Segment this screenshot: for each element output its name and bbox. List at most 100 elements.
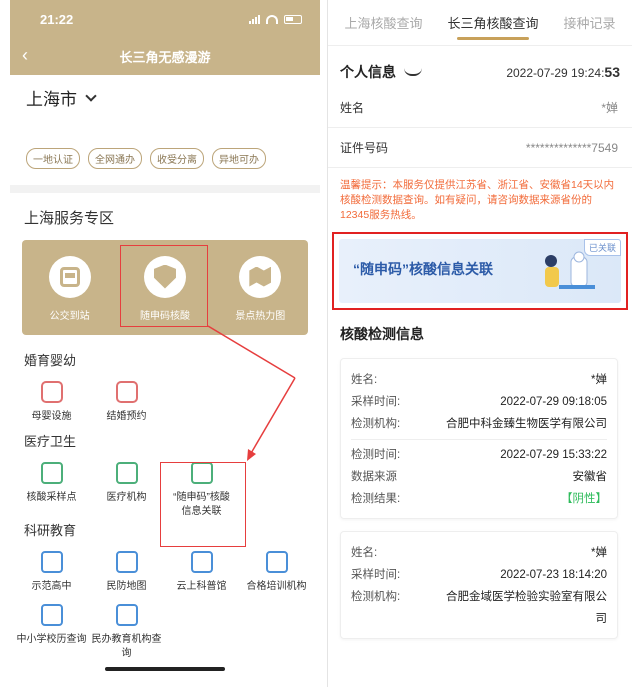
calendar-icon [40, 604, 63, 626]
service-heatmap[interactable]: 景点热力图 [220, 255, 300, 322]
tab-shanghai-nat[interactable]: 上海核酸查询 [344, 5, 422, 40]
status-time: 21:22 [40, 11, 74, 27]
record-key: 检测时间: [351, 449, 401, 461]
record-row: 姓名: *婵 [351, 542, 607, 564]
signal-icon [249, 14, 260, 24]
page-title: 长三角无感漫游 [119, 50, 211, 65]
service-label: 景点热力图 [235, 310, 286, 322]
service-label: 民办教育机构查询 [91, 634, 162, 659]
datetime-seconds: 53 [604, 64, 620, 80]
highlight-box [120, 245, 208, 327]
warning-notice: 温馨提示：本服务仅提供江苏省、浙江省、安徽省14天以内核酸检测数据查询。如有疑问… [340, 179, 615, 221]
certificate-icon [265, 551, 288, 573]
wifi-icon [266, 14, 278, 24]
nat-section-title: 核酸检测信息 [340, 326, 424, 342]
service-label: 公交到站 [49, 310, 90, 322]
record-row: 检测时间: 2022-07-29 15:33:22 [351, 444, 607, 466]
service-maternity-facilities[interactable]: 母婴设施 [14, 377, 89, 424]
nat-link-banner[interactable]: “随申码”核酸信息关联 已关联 [339, 239, 621, 303]
record-key: 检测机构: [351, 591, 401, 603]
tab-yrd-nat[interactable]: 长三角核酸查询 [447, 5, 539, 40]
service-training-org[interactable]: 合格培训机构 [239, 547, 314, 594]
tag-item: 收受分离 [150, 148, 204, 169]
record-row: 检测机构: 合肥金域医学检验实验室有限公司 [351, 586, 607, 630]
record-value: *婵 [591, 374, 607, 386]
category-title: 婚育婴幼 [24, 353, 77, 368]
record-value: *婵 [591, 547, 607, 559]
service-label: 结婚预约 [106, 411, 147, 422]
syringe-icon [40, 462, 63, 484]
field-value: *婵 [601, 101, 618, 115]
bus-icon [59, 266, 80, 287]
record-row: 采样时间: 2022-07-29 09:18:05 [351, 391, 607, 413]
service-nat-sampling[interactable]: 核酸采样点 [14, 458, 89, 519]
record-row: 采样时间: 2022-07-23 18:14:20 [351, 564, 607, 586]
record-row: 检测结果: 【阴性】 [351, 488, 607, 510]
query-tabs: 上海核酸查询 长三角核酸查询 接种记录 [328, 0, 632, 46]
service-science-museum[interactable]: 云上科普馆 [164, 547, 239, 594]
school-icon [40, 551, 63, 573]
battery-icon [284, 14, 302, 24]
personal-info-title: 个人信息 [340, 64, 396, 80]
nav-bar: ‹ 长三角无感漫游 [10, 38, 320, 75]
record-row: 检测机构: 合肥中科金臻生物医学有限公司 [351, 413, 607, 435]
status-bar: 21:22 [10, 0, 320, 38]
field-label: 姓名 [340, 101, 365, 115]
service-bus-arrival[interactable]: 公交到站 [30, 255, 110, 322]
record-key: 检测结果: [351, 493, 401, 505]
right-phone-screen: 上海核酸查询 长三角核酸查询 接种记录 个人信息 2022-07-29 19:2… [327, 0, 632, 687]
tag-item: 全网通办 [88, 148, 142, 169]
heart-calendar-icon [115, 381, 138, 403]
record-key: 采样时间: [351, 569, 401, 581]
personal-info-header: 个人信息 2022-07-29 19:24:53 [328, 46, 632, 88]
section-divider [10, 185, 320, 193]
service-label: 合格培训机构 [246, 581, 307, 592]
record-value: 安徽省 [572, 471, 608, 483]
record-result: 【阴性】 [561, 493, 607, 505]
record-key: 姓名: [351, 547, 378, 559]
service-marriage-booking[interactable]: 结婚预约 [89, 377, 164, 424]
category-title: 医疗卫生 [24, 434, 77, 449]
tag-item: 一地认证 [26, 148, 80, 169]
city-selector[interactable]: 上海市 [10, 75, 320, 110]
service-label: 中小学校历查询 [16, 634, 87, 645]
service-private-edu[interactable]: 民办教育机构查询 [89, 600, 164, 661]
service-civil-defense-map[interactable]: 民防地图 [89, 547, 164, 594]
record-value: 2022-07-23 18:14:20 [500, 569, 607, 581]
nurse-illustration-icon [545, 251, 595, 289]
category-grid: 示范高中 民防地图 云上科普馆 合格培训机构 [10, 547, 320, 594]
datetime-main: 2022-07-29 19:24: [506, 66, 605, 80]
record-key: 数据来源 [351, 471, 397, 483]
nat-record-card: 姓名: *婵 采样时间: 2022-07-29 09:18:05 检测机构: 合肥中科… [340, 358, 618, 519]
field-label: 证件号码 [340, 141, 389, 155]
service-label: 核酸采样点 [26, 492, 77, 503]
section-title: 上海服务专区 [24, 210, 115, 227]
name-row: 姓名 *婵 [328, 88, 632, 128]
record-value: 合肥金域医学检验实验室有限公司 [446, 591, 607, 625]
building-icon [115, 551, 138, 573]
highlight-box [160, 462, 246, 547]
service-label: 示范高中 [31, 581, 72, 592]
service-label: 云上科普馆 [176, 581, 227, 592]
record-value: 合肥中科金臻生物医学有限公司 [446, 418, 607, 430]
chevron-down-icon [85, 89, 97, 102]
highlight-box: “随申码”核酸信息关联 已关联 [332, 232, 628, 310]
service-label: 母婴设施 [31, 411, 72, 422]
record-key: 采样时间: [351, 396, 401, 408]
stroller-icon [40, 381, 63, 403]
record-row: 姓名: *婵 [351, 369, 607, 391]
record-value: 2022-07-29 09:18:05 [500, 396, 607, 408]
service-model-highschool[interactable]: 示范高中 [14, 547, 89, 594]
service-label: 医疗机构 [106, 492, 147, 503]
back-arrow-icon[interactable]: ‹ [22, 45, 28, 66]
nat-record-card: 姓名: *婵 采样时间: 2022-07-23 18:14:20 检测机构: 合肥金域… [340, 531, 618, 639]
institution-icon [115, 604, 138, 626]
card-divider [351, 439, 607, 440]
banner-text: “随申码”核酸信息关联 [353, 261, 493, 277]
tab-vaccination[interactable]: 接种记录 [563, 5, 615, 40]
service-label: 民防地图 [106, 581, 147, 592]
eye-closed-icon[interactable] [404, 68, 422, 76]
service-medical-institution[interactable]: 医疗机构 [89, 458, 164, 519]
record-row: 数据来源 安徽省 [351, 466, 607, 488]
service-school-calendar[interactable]: 中小学校历查询 [14, 600, 89, 661]
